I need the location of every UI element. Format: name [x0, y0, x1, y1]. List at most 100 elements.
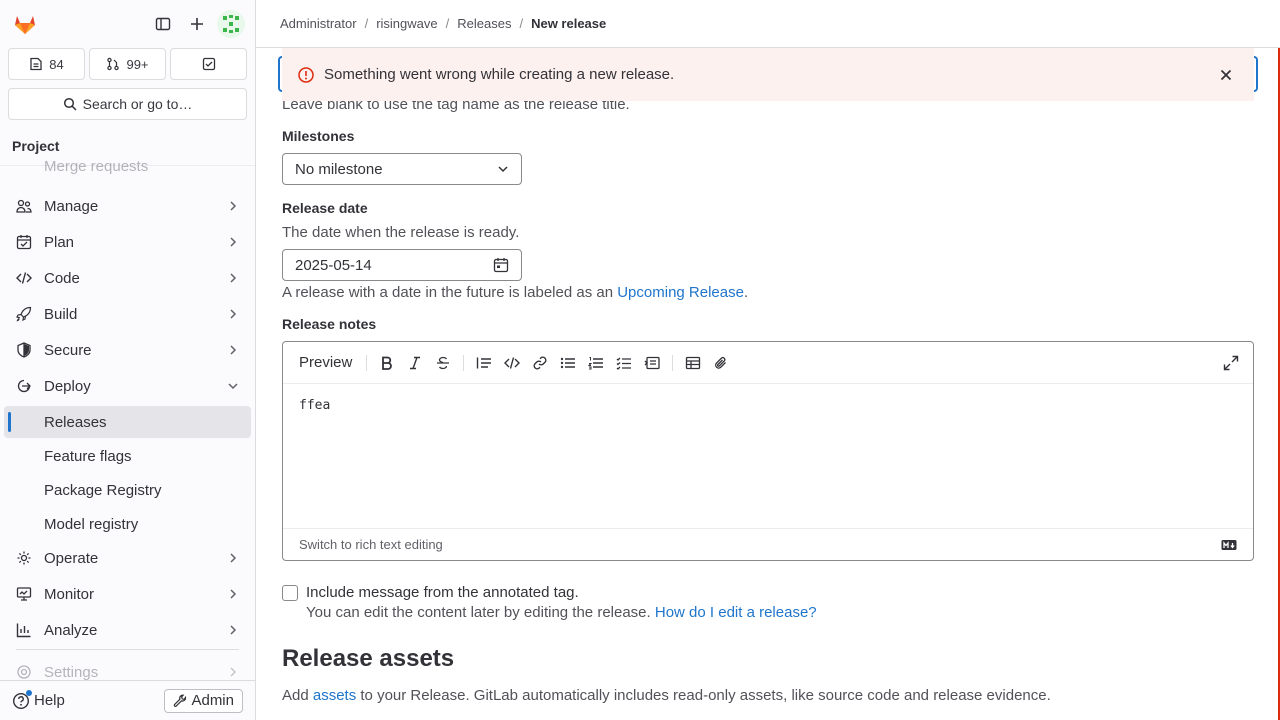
switch-rich-text-button[interactable]: Switch to rich text editing: [299, 537, 443, 552]
upcoming-release-link[interactable]: Upcoming Release: [617, 284, 744, 301]
sidebar-item-deploy[interactable]: Deploy: [4, 370, 251, 402]
toolbar-divider: [366, 354, 368, 371]
sidebar-item-label: Settings: [44, 663, 99, 681]
todo-check-icon: [202, 57, 215, 71]
future-note-text: A release with a date in the future is l…: [282, 284, 618, 301]
sidebar-item-label: Feature flags: [44, 447, 132, 465]
sidebar: 84 99+ Search or go to… Project Merge re…: [0, 0, 256, 720]
sidebar-item-settings[interactable]: Settings: [4, 656, 251, 680]
future-note-suffix: .: [743, 284, 749, 301]
sidebar-item-monitor[interactable]: Monitor: [4, 578, 251, 610]
release-date-value: 2025-05-14: [295, 256, 372, 274]
italic-icon[interactable]: [401, 349, 429, 377]
breadcrumb-item[interactable]: Releases: [457, 16, 511, 31]
attachment-icon[interactable]: [707, 349, 735, 377]
sidebar-item-label: Merge requests: [44, 158, 149, 175]
code-icon: [16, 272, 32, 284]
chevron-right-icon: [230, 237, 237, 247]
maximize-icon[interactable]: [1217, 349, 1245, 377]
preview-tab[interactable]: Preview: [291, 354, 360, 371]
edit-release-help-link[interactable]: How do I edit a release?: [655, 604, 817, 621]
editor-footer: Switch to rich text editing: [283, 528, 1253, 560]
chevron-right-icon: [230, 625, 237, 635]
milestone-select[interactable]: No milestone: [282, 153, 522, 185]
strikethrough-icon[interactable]: [429, 349, 457, 377]
sidebar-item-releases[interactable]: Releases: [4, 406, 251, 438]
include-tag-message-checkbox[interactable]: [282, 585, 298, 601]
calendar-icon[interactable]: [493, 257, 509, 273]
alert-message: Something went wrong while creating a ne…: [324, 66, 675, 83]
issues-icon: [30, 57, 42, 71]
error-alert: Something went wrong while creating a ne…: [282, 48, 1254, 101]
wrench-icon: [174, 694, 187, 707]
help-button[interactable]: Help: [12, 689, 65, 710]
toggle-sidebar-icon[interactable]: [149, 10, 177, 38]
sidebar-item-secure[interactable]: Secure: [4, 334, 251, 366]
table-icon[interactable]: [679, 349, 707, 377]
breadcrumb-item[interactable]: risingwave: [376, 16, 437, 31]
admin-label: Admin: [191, 692, 234, 709]
editor-toolbar: Preview: [283, 342, 1253, 384]
close-icon[interactable]: [1214, 63, 1238, 87]
breadcrumb-current: New release: [531, 16, 607, 31]
include-tag-message-help: You can edit the content later by editin…: [306, 604, 817, 621]
sidebar-item-package-registry[interactable]: Package Registry: [4, 474, 251, 506]
sidebar-item-feature-flags[interactable]: Feature flags: [4, 440, 251, 472]
breadcrumb-separator: /: [445, 16, 450, 31]
breadcrumb-separator: /: [364, 16, 369, 31]
settings-icon: [17, 665, 31, 679]
markdown-icon: [1221, 539, 1237, 550]
code-icon[interactable]: [498, 349, 526, 377]
sidebar-item-code[interactable]: Code: [4, 262, 251, 294]
sidebar-item-manage[interactable]: Manage: [4, 190, 251, 222]
plus-icon[interactable]: [183, 10, 211, 38]
task-list-icon[interactable]: [610, 349, 638, 377]
sidebar-item-analyze[interactable]: Analyze: [4, 614, 251, 646]
sidebar-item-plan[interactable]: Plan: [4, 226, 251, 258]
todos-button[interactable]: [170, 48, 247, 80]
issues-count-button[interactable]: 84: [8, 48, 85, 80]
breadcrumb-separator: /: [519, 16, 524, 31]
link-icon[interactable]: [526, 349, 554, 377]
chevron-down-icon: [498, 166, 508, 173]
merge-requests-count-button[interactable]: 99+: [89, 48, 166, 80]
bold-icon[interactable]: [373, 349, 401, 377]
collapsible-section-icon[interactable]: [638, 349, 666, 377]
release-notes-editor: Preview ffea Switch to rich text editing: [282, 341, 1254, 561]
sidebar-item-build[interactable]: Build: [4, 298, 251, 330]
search-button[interactable]: Search or go to…: [8, 88, 247, 120]
admin-button[interactable]: Admin: [164, 688, 243, 713]
sidebar-header: [0, 0, 255, 48]
release-notes-textarea[interactable]: ffea: [283, 384, 1253, 528]
quote-icon[interactable]: [470, 349, 498, 377]
sidebar-item-operate[interactable]: Operate: [4, 542, 251, 574]
sidebar-counts: 84 99+: [0, 48, 255, 80]
avatar[interactable]: [217, 10, 245, 38]
error-icon: [298, 66, 314, 83]
release-date-label: Release date: [282, 200, 368, 216]
sidebar-nav: Merge requests Manage Plan Code Build Se…: [0, 158, 255, 680]
gitlab-logo-icon[interactable]: [10, 9, 40, 39]
bullet-list-icon[interactable]: [554, 349, 582, 377]
sidebar-item-label: Package Registry: [44, 481, 162, 499]
assets-link[interactable]: assets: [313, 687, 356, 704]
monitor-icon: [16, 587, 32, 601]
release-assets-description: Add assets to your Release. GitLab autom…: [282, 687, 1051, 704]
release-date-help: The date when the release is ready.: [282, 224, 520, 241]
sidebar-item-label: Monitor: [44, 585, 95, 603]
assets-text-suffix: to your Release. GitLab automatically in…: [356, 687, 1051, 704]
breadcrumb-item[interactable]: Administrator: [280, 16, 357, 31]
chevron-right-icon: [230, 667, 237, 677]
sidebar-item-label: Analyze: [44, 621, 98, 639]
sidebar-item-model-registry[interactable]: Model registry: [4, 508, 251, 540]
search-label: Search or go to…: [82, 96, 193, 112]
sidebar-item-merge-requests[interactable]: Merge requests: [4, 158, 251, 182]
release-notes-label: Release notes: [282, 316, 377, 332]
milestone-value: No milestone: [295, 160, 383, 178]
include-tag-message-label: Include message from the annotated tag.: [306, 584, 579, 601]
sidebar-item-label: Releases: [44, 413, 107, 431]
release-date-input[interactable]: 2025-05-14: [282, 249, 522, 281]
chevron-right-icon: [230, 589, 237, 599]
numbered-list-icon[interactable]: [582, 349, 610, 377]
merge-request-icon: [107, 57, 120, 71]
